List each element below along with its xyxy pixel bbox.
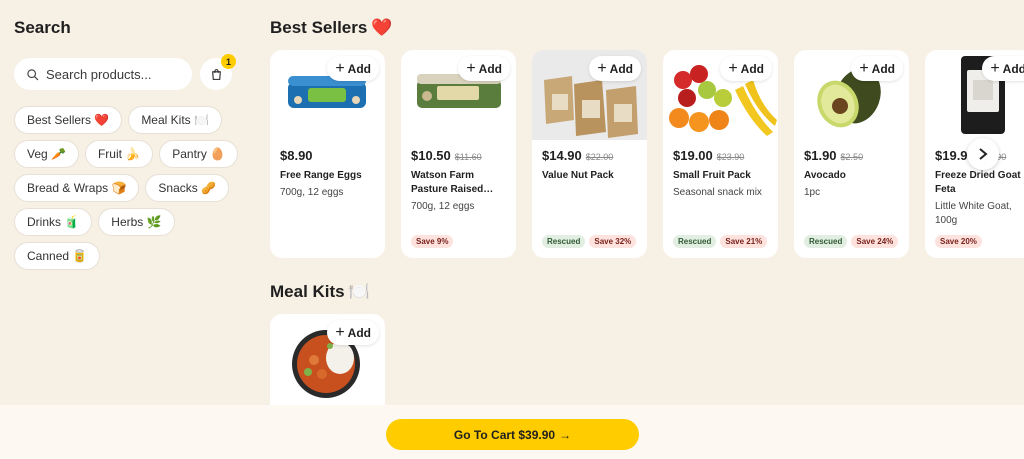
category-chip-drinks[interactable]: Drinks 🧃 bbox=[14, 208, 93, 236]
product-old-price: $2.50 bbox=[840, 152, 864, 162]
section-title: Best Sellers ❤️ bbox=[270, 18, 1024, 38]
product-carousel: + Add $8.90 Free Range Eggs 700g, 12 eggs… bbox=[270, 50, 1024, 258]
add-button[interactable]: + Add bbox=[851, 56, 903, 81]
price-row: $8.90 bbox=[270, 140, 385, 163]
category-chip-meal-kits[interactable]: Meal Kits 🍽️ bbox=[128, 106, 222, 134]
sidebar: Search 1 Best Sellers ❤️ Meal Kits 🍽️ Ve… bbox=[14, 18, 239, 270]
best-sellers-section: Best Sellers ❤️ + Add $8.90 Free Range Eg… bbox=[270, 18, 1024, 258]
plus-icon: + bbox=[335, 323, 345, 341]
category-chip-best-sellers[interactable]: Best Sellers ❤️ bbox=[14, 106, 123, 134]
product-name: Watson Farm Pasture Raised… bbox=[411, 170, 494, 195]
product-old-price: $23.90 bbox=[716, 152, 745, 162]
product-price: $1.90 bbox=[804, 148, 837, 163]
add-button-label: Add bbox=[478, 61, 502, 76]
plus-icon: + bbox=[335, 59, 345, 77]
add-button-label: Add bbox=[871, 61, 895, 76]
save-badge: Save 20% bbox=[935, 235, 982, 248]
category-chips: Best Sellers ❤️ Meal Kits 🍽️ Veg 🥕 Fruit… bbox=[14, 106, 239, 270]
rescued-badge: Rescued bbox=[804, 235, 848, 248]
search-icon bbox=[27, 68, 39, 80]
save-badge: Save 9% bbox=[411, 235, 454, 248]
plus-icon: + bbox=[859, 59, 869, 77]
product-old-price: $22.00 bbox=[585, 152, 614, 162]
search-box[interactable] bbox=[14, 58, 192, 90]
product-badges: Rescued Save 21% bbox=[673, 235, 768, 248]
product-badges: Rescued Save 32% bbox=[542, 235, 637, 248]
product-desc: Little White Goat, 100g bbox=[935, 201, 1012, 226]
product-name: Small Fruit Pack bbox=[673, 170, 751, 181]
product-desc: 700g, 12 eggs bbox=[280, 187, 344, 198]
category-chip-snacks[interactable]: Snacks 🥜 bbox=[145, 174, 230, 202]
product-badges: Save 20% bbox=[935, 235, 982, 248]
section-title-text: Meal Kits bbox=[270, 282, 345, 301]
product-price: $8.90 bbox=[280, 148, 313, 163]
go-to-cart-label: Go To Cart $39.90 bbox=[453, 427, 556, 442]
rescued-badge: Rescued bbox=[673, 235, 717, 248]
heart-icon: ❤️ bbox=[371, 18, 393, 37]
save-badge: Save 32% bbox=[589, 235, 637, 248]
add-button[interactable]: + Add bbox=[458, 56, 510, 81]
category-chip-fruit[interactable]: Fruit 🍌 bbox=[84, 140, 154, 168]
category-chip-canned[interactable]: Canned 🥫 bbox=[14, 242, 101, 270]
plus-icon: + bbox=[728, 59, 738, 77]
product-name: Free Range Eggs bbox=[280, 170, 362, 181]
cart-count-badge: 1 bbox=[221, 54, 236, 69]
carousel-next-button[interactable] bbox=[967, 138, 999, 170]
add-button-label: Add bbox=[1002, 61, 1024, 76]
sidebar-title: Search bbox=[14, 18, 71, 37]
cart-button[interactable]: 1 bbox=[200, 54, 236, 90]
category-chip-veg[interactable]: Veg 🥕 bbox=[14, 140, 79, 168]
section-title-text: Best Sellers bbox=[270, 18, 368, 37]
search-row: 1 bbox=[14, 54, 239, 90]
product-card[interactable]: + Add $8.90 Free Range Eggs 700g, 12 eggs bbox=[270, 50, 385, 258]
add-button[interactable]: + Add bbox=[982, 56, 1024, 81]
plus-icon: + bbox=[597, 59, 607, 77]
product-desc: 700g, 12 eggs bbox=[411, 201, 475, 212]
product-price: $14.90 bbox=[542, 148, 582, 163]
product-badges: Save 9% bbox=[411, 235, 454, 248]
plus-icon: + bbox=[466, 59, 476, 77]
add-button-label: Add bbox=[347, 325, 371, 340]
rescued-badge: Rescued bbox=[542, 235, 586, 248]
product-desc: 1pc bbox=[804, 187, 821, 198]
product-price: $10.50 bbox=[411, 148, 451, 163]
product-badges: Rescued Save 24% bbox=[804, 235, 899, 248]
section-title: Meal Kits 🍽️ bbox=[270, 282, 385, 302]
add-button-label: Add bbox=[347, 61, 371, 76]
price-row: $1.90 $2.50 bbox=[794, 140, 909, 163]
product-card[interactable]: + Add $14.90 $22.00 Value Nut Pack Rescue… bbox=[532, 50, 647, 258]
product-card[interactable]: + Add $10.50 $11.60 Watson Farm Pasture R… bbox=[401, 50, 516, 258]
save-badge: Save 21% bbox=[720, 235, 768, 248]
plus-icon: + bbox=[990, 59, 1000, 77]
price-row: $19.00 $23.90 bbox=[663, 140, 778, 163]
price-row: $10.50 $11.60 bbox=[401, 140, 516, 163]
save-badge: Save 24% bbox=[851, 235, 899, 248]
add-button[interactable]: + Add bbox=[589, 56, 641, 81]
go-to-cart-button[interactable]: Go To Cart $39.90 → bbox=[386, 419, 639, 450]
product-card[interactable]: + Add $1.90 $2.50 Avocado 1pc Rescued Sav… bbox=[794, 50, 909, 258]
add-button-label: Add bbox=[740, 61, 764, 76]
category-chip-pantry[interactable]: Pantry 🥚 bbox=[159, 140, 239, 168]
add-button[interactable]: + Add bbox=[720, 56, 772, 81]
search-input[interactable] bbox=[46, 66, 186, 82]
add-button-label: Add bbox=[609, 61, 633, 76]
price-row: $14.90 $22.00 bbox=[532, 140, 647, 163]
product-price: $19.00 bbox=[673, 148, 713, 163]
plate-icon: 🍽️ bbox=[348, 282, 370, 301]
product-name: Value Nut Pack bbox=[542, 170, 614, 181]
shopping-bag-icon bbox=[211, 68, 221, 80]
product-old-price: $11.60 bbox=[454, 152, 482, 162]
product-desc: Seasonal snack mix bbox=[673, 187, 762, 198]
chevron-right-icon bbox=[979, 148, 988, 160]
add-button[interactable]: + Add bbox=[327, 56, 379, 81]
category-chip-bread-wraps[interactable]: Bread & Wraps 🍞 bbox=[14, 174, 140, 202]
category-chip-herbs[interactable]: Herbs 🌿 bbox=[98, 208, 175, 236]
product-name: Avocado bbox=[804, 170, 846, 181]
arrow-right-icon: → bbox=[559, 427, 572, 442]
add-button[interactable]: + Add bbox=[327, 320, 379, 345]
product-card[interactable]: + Add $19.00 $23.90 Small Fruit Pack Seas… bbox=[663, 50, 778, 258]
